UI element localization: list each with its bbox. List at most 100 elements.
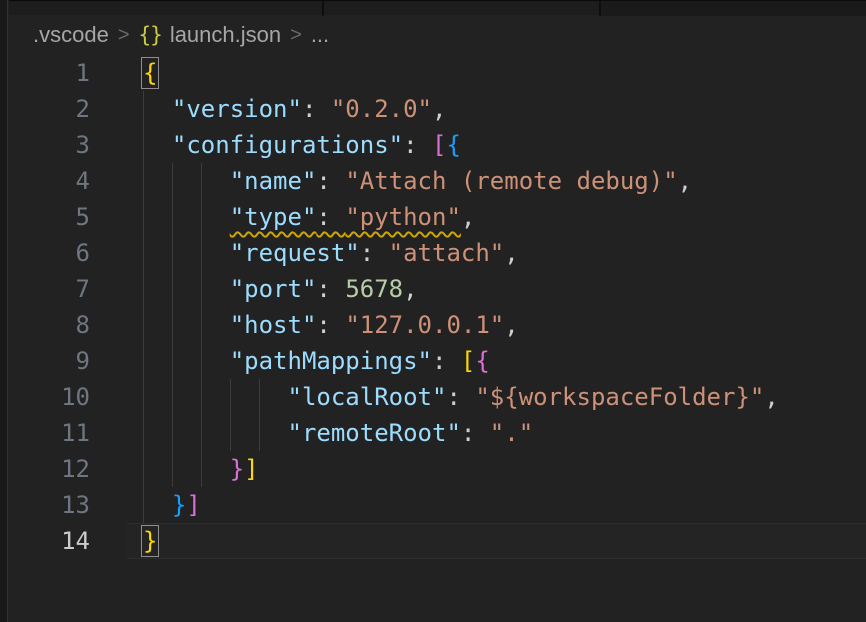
code-token: "${workspaceFolder}" <box>475 383 764 411</box>
gutter: 1234567891011121314 <box>8 55 90 559</box>
code-line[interactable]: "port": 5678, <box>143 271 866 307</box>
editor-pane: .vscode > {} launch.json > ... 123456789… <box>0 0 866 622</box>
code-token: "0.2.0" <box>331 95 432 123</box>
code-token: } <box>172 491 186 519</box>
code-line[interactable]: "request": "attach", <box>143 235 866 271</box>
code-token: : <box>403 131 432 159</box>
left-border-strip <box>0 0 8 622</box>
line-number[interactable]: 9 <box>8 343 90 379</box>
line-number[interactable]: 2 <box>8 91 90 127</box>
code-line[interactable]: "type": "python", <box>143 199 866 235</box>
tab-separator <box>599 1 601 16</box>
code-token: , <box>504 311 518 339</box>
code-token: , <box>504 239 518 267</box>
breadcrumb-symbol-overflow[interactable]: ... <box>311 22 329 48</box>
code-token: : <box>360 239 389 267</box>
code-token: "configurations" <box>172 131 403 159</box>
code-line[interactable]: } <box>143 523 866 559</box>
code-line[interactable]: "version": "0.2.0", <box>143 91 866 127</box>
code-line[interactable]: "remoteRoot": "." <box>143 415 866 451</box>
warning-squiggle: "type": "python" <box>230 203 461 231</box>
line-number[interactable]: 12 <box>8 451 90 487</box>
code-line[interactable]: "name": "Attach (remote debug)", <box>143 163 866 199</box>
code-token: [ <box>461 347 475 375</box>
code-token <box>143 347 230 375</box>
line-number[interactable]: 10 <box>8 379 90 415</box>
code-token: ] <box>186 491 200 519</box>
code-token: { <box>475 347 489 375</box>
code-token: [ <box>432 131 446 159</box>
code-token: : <box>446 383 475 411</box>
code-token: , <box>403 275 417 303</box>
code-token: "name" <box>230 167 317 195</box>
code-line[interactable]: }] <box>143 451 866 487</box>
line-number[interactable]: 1 <box>8 55 90 91</box>
code-token: "type" <box>230 203 317 231</box>
code-token <box>143 455 230 483</box>
line-number[interactable]: 3 <box>8 127 90 163</box>
line-number[interactable]: 5 <box>8 199 90 235</box>
breadcrumb-file[interactable]: launch.json <box>170 22 281 48</box>
code-token: "attach" <box>389 239 505 267</box>
code-token: : <box>461 419 490 447</box>
json-file-icon: {} <box>139 23 162 47</box>
code-token: "remoteRoot" <box>288 419 461 447</box>
line-number[interactable]: 8 <box>8 307 90 343</box>
line-number[interactable]: 11 <box>8 415 90 451</box>
line-number[interactable]: 4 <box>8 163 90 199</box>
line-number[interactable]: 13 <box>8 487 90 523</box>
code-token: } <box>230 455 244 483</box>
code-token <box>143 275 230 303</box>
tab-bar <box>9 0 866 15</box>
code-line[interactable]: { <box>143 55 866 91</box>
code-token: "localRoot" <box>288 383 447 411</box>
code-token: "127.0.0.1" <box>345 311 504 339</box>
code-token: "port" <box>230 275 317 303</box>
code-line[interactable]: "pathMappings": [{ <box>143 343 866 379</box>
code-token: 5678 <box>345 275 403 303</box>
code-line[interactable]: "configurations": [{ <box>143 127 866 163</box>
code-token <box>143 167 230 195</box>
code-token: "version" <box>172 95 302 123</box>
code-token: : <box>316 167 345 195</box>
code-token: "Attach (remote debug)" <box>345 167 677 195</box>
code-line[interactable]: "localRoot": "${workspaceFolder}", <box>143 379 866 415</box>
code-token: : <box>316 275 345 303</box>
code-area: { "version": "0.2.0", "configurations": … <box>143 55 866 559</box>
code-token <box>143 203 230 231</box>
code-token: "python" <box>345 203 461 231</box>
line-number[interactable]: 14 <box>8 523 90 559</box>
code-token: "." <box>490 419 533 447</box>
tab-separator <box>322 1 324 16</box>
code-token: "pathMappings" <box>230 347 432 375</box>
code-token: ] <box>244 455 258 483</box>
code-token: , <box>461 203 475 231</box>
code-token <box>143 491 172 519</box>
chevron-right-icon: > <box>290 24 302 47</box>
matched-bracket: } <box>143 527 157 555</box>
code-token <box>143 239 230 267</box>
tab-bar-empty <box>601 1 866 16</box>
code-token <box>143 95 172 123</box>
code-token <box>143 311 230 339</box>
code-token: "host" <box>230 311 317 339</box>
chevron-right-icon: > <box>118 24 130 47</box>
code-token: , <box>764 383 778 411</box>
code-line[interactable]: "host": "127.0.0.1", <box>143 307 866 343</box>
code-token: , <box>432 95 446 123</box>
code-token: { <box>446 131 460 159</box>
code-line[interactable]: }] <box>143 487 866 523</box>
breadcrumb-folder[interactable]: .vscode <box>33 22 109 48</box>
code-token: "request" <box>230 239 360 267</box>
code-token <box>143 419 288 447</box>
code-token: , <box>678 167 692 195</box>
code-token: : <box>316 203 345 231</box>
line-number[interactable]: 6 <box>8 235 90 271</box>
matched-bracket: { <box>143 59 157 87</box>
code-token <box>143 131 172 159</box>
code-token: : <box>432 347 461 375</box>
breadcrumb: .vscode > {} launch.json > ... <box>9 15 866 55</box>
code-token: : <box>316 311 345 339</box>
code-token: : <box>302 95 331 123</box>
line-number[interactable]: 7 <box>8 271 90 307</box>
